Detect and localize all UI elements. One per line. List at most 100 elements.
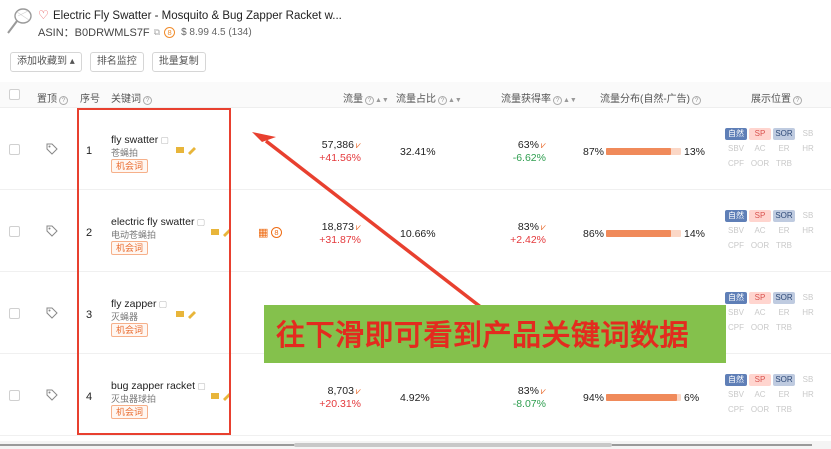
- position-chip: AC: [749, 307, 771, 319]
- traffic-change: +20.31%: [319, 398, 361, 410]
- trend-chart-icon: ⩗: [355, 386, 361, 396]
- favorite-heart-icon[interactable]: ♡: [38, 9, 49, 21]
- col-traffic-dist: 流量分布(自然-广告)?: [600, 90, 701, 105]
- tag-icon[interactable]: [46, 143, 58, 155]
- traffic-dist-bar: [606, 394, 681, 401]
- trend-chart-icon: ⩗: [540, 222, 546, 232]
- capture-change: -8.07%: [512, 398, 546, 410]
- col-display-pos: 展示位置?: [751, 90, 802, 105]
- capture-change: -6.62%: [512, 152, 546, 164]
- col-traffic[interactable]: 流量? ▲▼: [343, 90, 389, 105]
- col-traffic-capture[interactable]: 流量获得率? ▲▼: [501, 90, 577, 105]
- ad-percent: 13%: [684, 146, 706, 158]
- position-chip: 自然: [725, 210, 747, 222]
- asin-label: ASIN：B0DRWMLS7F: [38, 27, 150, 39]
- horizontal-scrollbar[interactable]: [0, 441, 831, 449]
- col-traffic-share[interactable]: 流量占比? ▲▼: [396, 90, 462, 105]
- position-chip: ER: [773, 389, 795, 401]
- natural-percent: 94%: [583, 392, 605, 404]
- table-header: 置顶? 序号 关键词? 流量? ▲▼ 流量占比? ▲▼ 流量获得率? ▲▼ 流量分布(…: [0, 82, 831, 108]
- rank-monitor-button[interactable]: 排名监控: [89, 52, 144, 72]
- position-chip: SBV: [725, 225, 747, 237]
- product-thumbnail-icon[interactable]: [4, 6, 34, 36]
- trend-chart-icon: ⩗: [355, 140, 361, 150]
- row-checkbox[interactable]: [9, 144, 20, 155]
- traffic-share: 4.92%: [400, 392, 430, 404]
- toolbar: 添加收藏到 ▴ 排名监控 批量复制: [10, 52, 206, 72]
- help-icon: ?: [59, 96, 68, 105]
- position-chip: SB: [797, 374, 819, 386]
- position-chip: SP: [749, 128, 771, 140]
- position-chip: HR: [797, 143, 819, 155]
- position-chip: SB: [797, 292, 819, 304]
- brand-badge-icon: 8: [271, 227, 282, 238]
- position-chip: CPF: [725, 404, 747, 416]
- position-chip: OOR: [749, 322, 771, 334]
- capture-rate: 83% ⩗: [517, 385, 546, 397]
- sort-icon: ▲▼: [375, 97, 389, 104]
- natural-fill: [606, 230, 671, 237]
- natural-fill: [606, 394, 677, 401]
- traffic-value: 8,703 ⩗: [327, 385, 361, 397]
- position-chip: OOR: [749, 240, 771, 252]
- row-checkbox[interactable]: [9, 308, 20, 319]
- traffic-change: +31.87%: [319, 234, 361, 246]
- position-chip: SP: [749, 210, 771, 222]
- capture-change: +2.42%: [510, 234, 546, 246]
- position-chip: CPF: [725, 158, 747, 170]
- position-chip: SP: [749, 292, 771, 304]
- help-icon: ?: [692, 96, 701, 105]
- tag-icon[interactable]: [46, 225, 58, 237]
- position-chip: AC: [749, 225, 771, 237]
- select-all-checkbox[interactable]: [9, 89, 20, 100]
- position-chip: 自然: [725, 128, 747, 140]
- traffic-dist-bar: [606, 230, 681, 237]
- scroll-thumb[interactable]: [294, 443, 612, 447]
- natural-percent: 87%: [583, 146, 605, 158]
- position-chip: SP: [749, 374, 771, 386]
- position-chip: SB: [797, 210, 819, 222]
- batch-copy-button[interactable]: 批量复制: [151, 52, 206, 72]
- position-chip: CPF: [725, 240, 747, 252]
- help-icon: ?: [438, 96, 447, 105]
- natural-fill: [606, 148, 672, 155]
- position-chip: ER: [773, 307, 795, 319]
- brand-badge-icon: 8: [164, 26, 176, 38]
- capture-rate: 63% ⩗: [517, 139, 546, 151]
- row-checkbox[interactable]: [9, 226, 20, 237]
- traffic-share: 32.41%: [400, 146, 436, 158]
- position-chip: 自然: [725, 292, 747, 304]
- trend-chart-icon: ⩗: [355, 222, 361, 232]
- grid-icon[interactable]: ▦: [258, 226, 268, 239]
- position-chip: SB: [797, 128, 819, 140]
- product-title[interactable]: Electric Fly Swatter - Mosquito & Bug Za…: [53, 10, 342, 22]
- product-header: ♡ Electric Fly Swatter - Mosquito & Bug …: [0, 0, 831, 44]
- position-chip: TRB: [773, 158, 795, 170]
- annotation-highlight-box: [77, 108, 231, 435]
- natural-percent: 86%: [583, 228, 605, 240]
- price-rating: $ 8.99 4.5 (134): [181, 26, 252, 38]
- col-seq: 序号: [80, 94, 100, 105]
- trend-chart-icon: ⩗: [540, 386, 546, 396]
- sort-icon: ▲▼: [448, 97, 462, 104]
- traffic-share: 10.66%: [400, 228, 436, 240]
- position-chip: ER: [773, 143, 795, 155]
- help-icon: ?: [365, 96, 374, 105]
- position-chip: TRB: [773, 404, 795, 416]
- tag-icon[interactable]: [46, 307, 58, 319]
- position-chip: ER: [773, 225, 795, 237]
- annotation-banner-text: 往下滑即可看到产品关键词数据: [276, 318, 690, 352]
- tag-icon[interactable]: [46, 389, 58, 401]
- row-checkbox[interactable]: [9, 390, 20, 401]
- traffic-value: 57,386 ⩗: [321, 139, 361, 151]
- copy-icon[interactable]: ⧉: [154, 27, 160, 38]
- position-chip: SOR: [773, 374, 795, 386]
- ad-percent: 6%: [684, 392, 700, 404]
- traffic-dist-bar: [606, 148, 681, 155]
- position-chip: SOR: [773, 210, 795, 222]
- add-favorites-button[interactable]: 添加收藏到 ▴: [10, 52, 82, 72]
- sort-icon: ▲▼: [563, 97, 577, 104]
- capture-rate: 83% ⩗: [517, 221, 546, 233]
- position-chip: HR: [797, 225, 819, 237]
- position-chip: AC: [749, 143, 771, 155]
